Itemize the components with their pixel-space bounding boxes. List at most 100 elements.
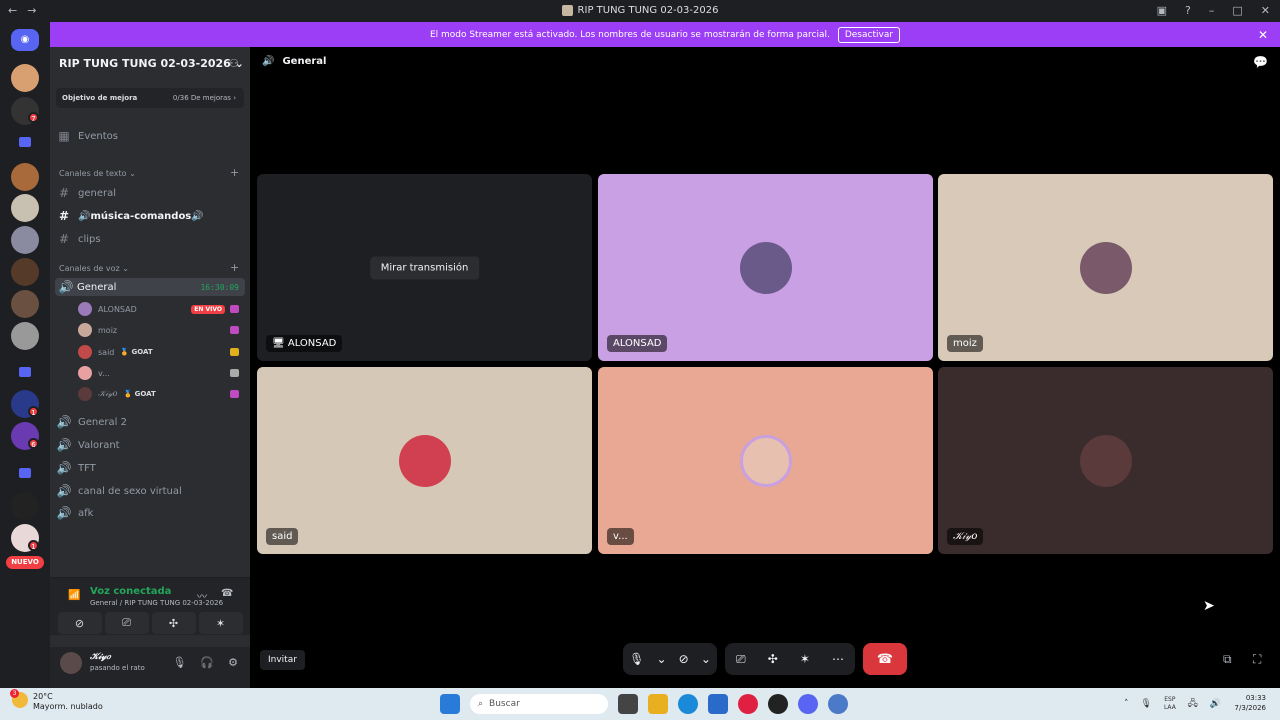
stream-tile[interactable]: Mirar transmisión 🖥 ALONSAD	[257, 174, 592, 361]
task-view-icon[interactable]	[618, 694, 638, 714]
voice-channel-tft[interactable]: 🔊 TFT	[50, 461, 250, 475]
voice-user[interactable]: v...	[78, 364, 243, 382]
chat-icon[interactable]: 💬	[1253, 55, 1268, 69]
volume-icon[interactable]: 🔊	[1210, 699, 1221, 709]
participant-tile[interactable]: v...	[598, 367, 933, 554]
server-icon-7[interactable]	[11, 290, 39, 318]
avatar	[78, 302, 92, 316]
fullscreen-icon[interactable]: ⛶	[1253, 652, 1261, 667]
server-name[interactable]: RIP TUNG TUNG 02-03-2026 ⌄	[59, 57, 244, 70]
voice-user[interactable]: said 🏅 GOAT	[78, 343, 243, 361]
language-indicator[interactable]: ESP LAA	[1164, 696, 1176, 712]
avatar	[78, 387, 92, 401]
server-icon-4[interactable]	[11, 194, 39, 222]
voice-user[interactable]: 𝒦𝒾𝓎𝑜 🏅 GOAT	[78, 385, 243, 403]
server-icon-8[interactable]	[11, 322, 39, 350]
weather-widget[interactable]: 3 20°C Mayorm. nublado	[10, 689, 103, 712]
events-item[interactable]: ▦ Eventos	[50, 129, 250, 143]
add-text-channel-icon[interactable]: +	[230, 166, 239, 179]
avatar	[739, 434, 792, 487]
minimize-button[interactable]: –	[1209, 4, 1215, 17]
avatar[interactable]	[60, 652, 82, 674]
popout-icon[interactable]: ⧉	[1223, 652, 1232, 667]
noise-suppression-icon[interactable]: 〰	[197, 588, 207, 603]
maximize-button[interactable]: □	[1232, 4, 1242, 17]
screen-share-icon[interactable]: ⎚	[104, 612, 149, 634]
participant-tile[interactable]: said	[257, 367, 592, 554]
chevron-down-icon[interactable]: ⌄	[701, 652, 711, 666]
server-icon-1[interactable]	[11, 64, 39, 92]
server-icon-6[interactable]	[11, 258, 39, 286]
participant-tile[interactable]: 𝒦𝒾𝓎𝑜	[938, 367, 1273, 554]
server-folder-icon[interactable]	[19, 468, 31, 478]
disconnect-icon[interactable]: ☎	[221, 588, 233, 599]
camera-off-icon[interactable]: ⊘	[57, 612, 102, 634]
discord-home-icon[interactable]: ◉	[11, 29, 39, 51]
participant-tile[interactable]: moiz	[938, 174, 1273, 361]
discord-app-icon[interactable]	[798, 694, 818, 714]
participant-tile[interactable]: ALONSAD	[598, 174, 933, 361]
microphone-icon[interactable]: 🎙	[629, 652, 644, 666]
disconnect-button[interactable]: ☎	[863, 643, 907, 675]
voice-channel-virtual[interactable]: 🔊 canal de sexo virtual	[50, 484, 250, 498]
server-folder-icon[interactable]	[19, 137, 31, 147]
server-folder-icon[interactable]	[19, 367, 31, 377]
voice-user[interactable]: ALONSAD EN VIVO	[78, 300, 243, 318]
add-member-icon[interactable]: ⚇	[229, 57, 239, 70]
voice-user[interactable]: moiz	[78, 321, 243, 339]
mention-badge: 1	[28, 406, 39, 417]
microphone-icon[interactable]: 🎙	[172, 656, 186, 669]
more-options-icon[interactable]: ⋯	[832, 652, 844, 666]
store-icon[interactable]	[708, 694, 728, 714]
text-category[interactable]: Canales de texto ⌄	[59, 169, 136, 178]
soundboard-icon[interactable]: ✶	[800, 652, 810, 666]
voice-channel-general[interactable]: 🔊 General 16:30:09	[55, 278, 245, 296]
edge-browser-icon[interactable]	[678, 694, 698, 714]
speaker-icon: 🔊	[58, 280, 74, 294]
activities-icon[interactable]: ✣	[768, 652, 778, 666]
signal-icon[interactable]: 📶	[68, 590, 80, 601]
disable-streamer-button[interactable]: Desactivar	[837, 26, 901, 43]
server-icon-5[interactable]	[11, 226, 39, 254]
text-channel-general[interactable]: # general	[50, 186, 250, 200]
chrome-icon[interactable]	[768, 694, 788, 714]
camera-off-icon[interactable]: ⊘	[679, 652, 689, 666]
soundboard-icon[interactable]: ✶	[198, 612, 243, 634]
mic-camera-controls: 🎙 ⌄ ⊘ ⌄	[623, 643, 717, 675]
avatar	[78, 345, 92, 359]
activity-icon	[230, 369, 239, 377]
opera-icon[interactable]	[738, 694, 758, 714]
inbox-icon[interactable]: ▣	[1157, 4, 1167, 17]
invite-button[interactable]: Invitar	[260, 650, 305, 670]
system-clock[interactable]: 03:33 7/3/2026	[1235, 693, 1266, 713]
taskbar-search[interactable]: ⌕ Buscar	[470, 694, 608, 714]
voice-category[interactable]: Canales de voz ⌄	[59, 264, 129, 273]
network-icon[interactable]: 🖧	[1188, 696, 1198, 712]
microphone-tray-icon[interactable]: 🎙	[1141, 699, 1152, 709]
server-icon-11[interactable]	[11, 492, 39, 520]
boost-goal[interactable]: Objetivo de mejora 0/36 De mejoras ›	[56, 88, 244, 108]
watch-stream-button[interactable]: Mirar transmisión	[369, 256, 480, 279]
channel-title: General	[282, 56, 327, 67]
activities-icon[interactable]: ✣	[151, 612, 196, 634]
voice-channel-afk[interactable]: 🔊 afk	[50, 506, 250, 520]
text-channel-clips[interactable]: # clips	[50, 232, 250, 246]
close-banner-icon[interactable]: ✕	[1258, 28, 1268, 42]
add-voice-channel-icon[interactable]: +	[230, 261, 239, 274]
voice-channel-general-2[interactable]: 🔊 General 2	[50, 415, 250, 429]
screen-share-icon[interactable]: ⎚	[736, 652, 746, 667]
server-icon-3[interactable]	[11, 163, 39, 191]
chevron-up-icon[interactable]: ˄	[1124, 699, 1129, 709]
file-explorer-icon[interactable]	[648, 694, 668, 714]
close-button[interactable]: ✕	[1261, 4, 1270, 17]
speaker-icon: 🔊	[262, 56, 275, 67]
windows-start-icon[interactable]	[440, 694, 460, 714]
voice-channel-valorant[interactable]: 🔊 Valorant	[50, 438, 250, 452]
app-icon[interactable]	[828, 694, 848, 714]
avatar	[78, 366, 92, 380]
chevron-down-icon[interactable]: ⌄	[656, 652, 666, 666]
help-icon[interactable]: ?	[1185, 4, 1191, 17]
text-channel-musica[interactable]: # 🔊música-comandos🔊	[50, 209, 250, 223]
headphones-icon[interactable]: 🎧	[200, 656, 214, 669]
gear-icon[interactable]: ⚙	[228, 656, 238, 669]
